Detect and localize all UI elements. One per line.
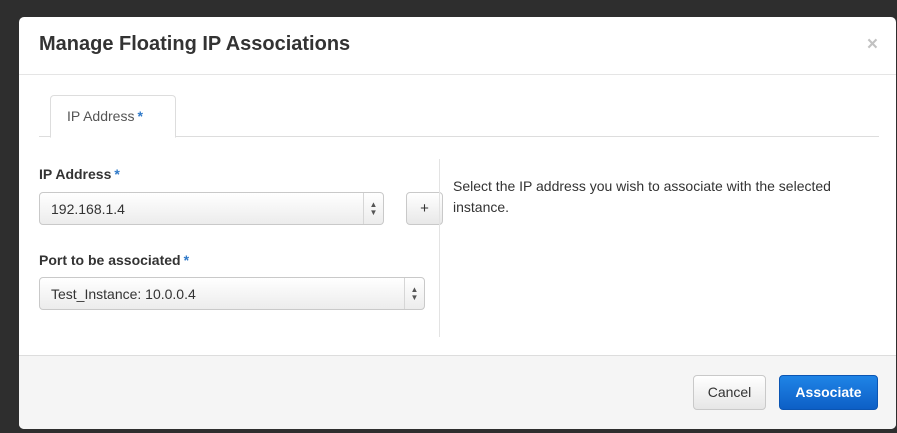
required-marker: * [114, 166, 120, 182]
modal-title: Manage Floating IP Associations [39, 33, 351, 55]
port-value: Test_Instance: 10.0.0.4 [51, 286, 196, 302]
modal-footer: Cancel Associate [19, 355, 896, 429]
cancel-button[interactable]: Cancel [693, 375, 766, 410]
add-ip-button[interactable]: + [406, 192, 443, 225]
select-arrows-icon: ▲ ▼ [363, 193, 383, 224]
tab-ip-address[interactable]: IP Address * [50, 95, 176, 138]
port-label-text: Port to be associated [39, 252, 181, 268]
modal-header: Manage Floating IP Associations × [19, 17, 896, 75]
required-marker: * [137, 108, 143, 124]
column-divider [439, 159, 440, 337]
associate-button[interactable]: Associate [779, 375, 878, 410]
form-fields: IP Address * 192.168.1.4 ▲ ▼ + Port to be … [39, 159, 443, 337]
tab-label: IP Address [67, 108, 135, 124]
tab-bar: IP Address * [39, 95, 879, 138]
required-marker: * [183, 252, 190, 268]
ip-address-label: IP Address * [39, 166, 120, 182]
ip-address-select[interactable]: 192.168.1.4 ▲ ▼ [39, 192, 384, 225]
close-icon[interactable]: × [867, 35, 878, 54]
ip-address-value: 192.168.1.4 [51, 201, 125, 217]
port-select[interactable]: Test_Instance: 10.0.0.4 ▲ ▼ [39, 277, 425, 310]
help-text: Select the IP address you wish to associ… [453, 178, 831, 215]
select-arrows-icon: ▲ ▼ [404, 278, 424, 309]
ip-address-label-text: IP Address [39, 166, 112, 182]
port-label: Port to be associated * [39, 252, 189, 268]
floating-ip-modal: Manage Floating IP Associations × IP Add… [19, 17, 896, 429]
